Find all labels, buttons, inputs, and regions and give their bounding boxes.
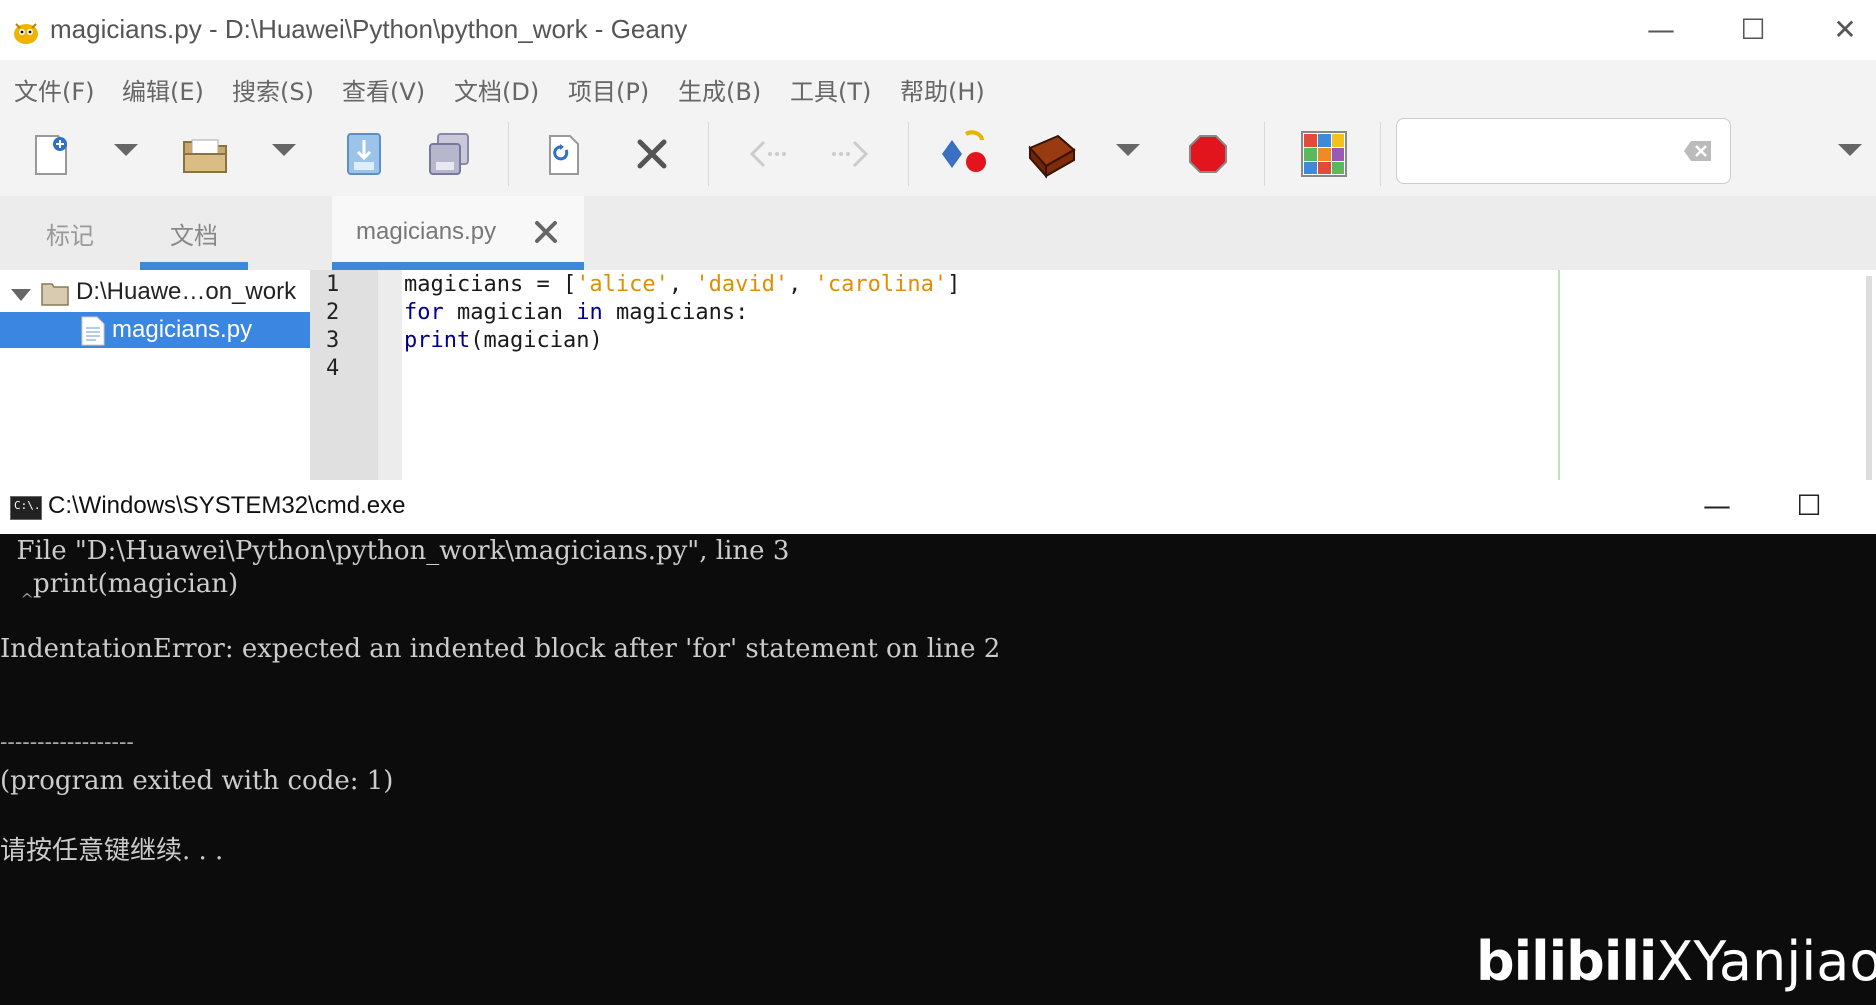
menu-tools[interactable]: 工具(T)	[790, 72, 871, 107]
code-line-1[interactable]: magicians = ['alice', 'david', 'carolina…	[404, 272, 960, 297]
save-all-icon[interactable]	[422, 126, 478, 182]
toolbar-separator	[508, 122, 509, 186]
console-error-line: IndentationError: expected an indented b…	[0, 634, 1001, 664]
string-literal: 'carolina'	[814, 272, 948, 297]
save-icon[interactable]	[336, 126, 392, 182]
tree-folder-label: D:\Huawe…on_work	[76, 278, 297, 305]
string-literal: 'alice'	[576, 272, 669, 297]
console-line: (program exited with code: 1)	[0, 766, 394, 796]
clear-icon[interactable]	[1683, 139, 1713, 163]
console-line: File "D:\Huawei\Python\python_work\magic…	[0, 536, 790, 566]
toolbar	[0, 112, 1876, 197]
cmd-icon-text: C:\.	[14, 499, 41, 512]
editor-tab-label: magicians.py	[356, 218, 497, 245]
tab-magicians-py[interactable]: magicians.py	[332, 196, 584, 270]
code-text: magician	[443, 300, 577, 325]
back-icon[interactable]	[740, 126, 796, 182]
file-icon	[81, 316, 105, 346]
console-separator: ------------------	[0, 730, 134, 755]
search-input[interactable]	[1396, 118, 1731, 184]
cmd-maximize-button[interactable]: ☐	[1784, 486, 1834, 526]
toolbar-overflow-icon[interactable]	[1838, 144, 1862, 156]
menu-bar: 文件(F) 编辑(E) 搜索(S) 查看(V) 文档(D) 项目(P) 生成(B…	[0, 60, 1876, 112]
active-tab-indicator	[140, 262, 248, 270]
console-line-caret: ^	[0, 590, 34, 609]
line-number: 3	[326, 328, 340, 353]
tab-symbols[interactable]: 标记	[46, 216, 94, 251]
code-line-3[interactable]: print(magician)	[404, 328, 603, 353]
code-text: ]	[947, 272, 961, 297]
stop-icon[interactable]	[1180, 126, 1236, 182]
toolbar-separator	[1380, 122, 1381, 186]
line-number: 4	[326, 356, 340, 381]
geany-app-icon	[14, 23, 38, 44]
code-line-2[interactable]: for magician in magicians:	[404, 300, 748, 325]
color-chooser-icon[interactable]	[1296, 126, 1352, 182]
close-file-icon[interactable]	[624, 126, 680, 182]
menu-help[interactable]: 帮助(H)	[900, 72, 985, 107]
new-file-dropdown-icon[interactable]	[114, 144, 138, 156]
open-file-icon[interactable]	[178, 126, 234, 182]
build-icon[interactable]	[1024, 126, 1080, 182]
menu-build[interactable]: 生成(B)	[678, 72, 761, 107]
watermark-username: XYanjiao	[1656, 930, 1876, 993]
editor-tab-bar: magicians.py	[310, 196, 1876, 270]
menu-search[interactable]: 搜索(S)	[232, 72, 314, 107]
sidebar: 标记 文档 D:\Huawe…on_work magicians.py	[0, 196, 311, 480]
line-number: 2	[326, 300, 340, 325]
code-text: magicians:	[602, 300, 749, 325]
close-tab-icon[interactable]	[534, 220, 558, 244]
toolbar-separator	[708, 122, 709, 186]
new-file-icon[interactable]	[24, 126, 80, 182]
maximize-button[interactable]: ☐	[1728, 10, 1778, 50]
menu-document[interactable]: 文档(D)	[454, 72, 539, 107]
tree-file-label: magicians.py	[112, 316, 253, 343]
compile-icon[interactable]	[936, 126, 992, 182]
vertical-scrollbar[interactable]	[1866, 276, 1872, 480]
code-text: magicians = [	[404, 272, 577, 297]
code-text: ,	[668, 272, 696, 297]
bilibili-logo: bilibili	[1476, 930, 1657, 993]
close-button[interactable]: ✕	[1820, 10, 1870, 50]
tab-documents[interactable]: 文档	[170, 216, 218, 251]
forward-icon[interactable]	[822, 126, 878, 182]
long-line-marker	[1558, 270, 1560, 480]
expander-icon[interactable]	[10, 288, 32, 302]
console-line: 请按任意键继续. . .	[0, 836, 224, 866]
string-literal: 'david'	[695, 272, 789, 297]
menu-file[interactable]: 文件(F)	[14, 72, 95, 107]
editor-area: magicians.py 1 2 3 4 magicians = ['alice…	[310, 196, 1876, 480]
code-text: (magician)	[470, 328, 603, 353]
line-number-gutter: 1 2 3 4	[310, 270, 378, 480]
fold-margin	[378, 270, 402, 480]
console-line: print(magician)	[0, 569, 239, 599]
keyword: in	[576, 300, 603, 325]
open-file-dropdown-icon[interactable]	[272, 144, 296, 156]
keyword: for	[404, 300, 444, 325]
title-bar: magicians.py - D:\Huawei\Python\python_w…	[0, 0, 1876, 60]
reload-icon[interactable]	[536, 126, 592, 182]
geany-window: magicians.py - D:\Huawei\Python\python_w…	[0, 0, 1876, 480]
menu-view[interactable]: 查看(V)	[342, 72, 425, 107]
folder-icon	[41, 283, 69, 306]
bilibili-watermark: bilibiliXYanjiao	[1476, 930, 1876, 993]
window-title: magicians.py - D:\Huawei\Python\python_w…	[50, 14, 688, 44]
minimize-button[interactable]: —	[1636, 10, 1686, 50]
cmd-icon: C:\.	[10, 496, 42, 520]
toolbar-separator	[908, 122, 909, 186]
cmd-window-title: C:\Windows\SYSTEM32\cmd.exe	[48, 492, 406, 519]
tree-folder-row[interactable]: D:\Huawe…on_work	[0, 276, 310, 312]
line-number: 1	[326, 272, 340, 297]
menu-project[interactable]: 项目(P)	[568, 72, 649, 107]
sidebar-tabs: 标记 文档	[0, 196, 310, 270]
cmd-title-bar: C:\. C:\Windows\SYSTEM32\cmd.exe — ☐	[0, 480, 1876, 534]
menu-edit[interactable]: 编辑(E)	[122, 72, 204, 107]
tree-file-row-selected[interactable]: magicians.py	[0, 312, 310, 348]
active-tab-indicator	[332, 262, 584, 270]
code-text: ,	[788, 272, 815, 297]
cmd-minimize-button[interactable]: —	[1692, 486, 1742, 526]
build-dropdown-icon[interactable]	[1116, 144, 1140, 156]
toolbar-separator	[1264, 122, 1265, 186]
keyword: print	[404, 328, 471, 353]
